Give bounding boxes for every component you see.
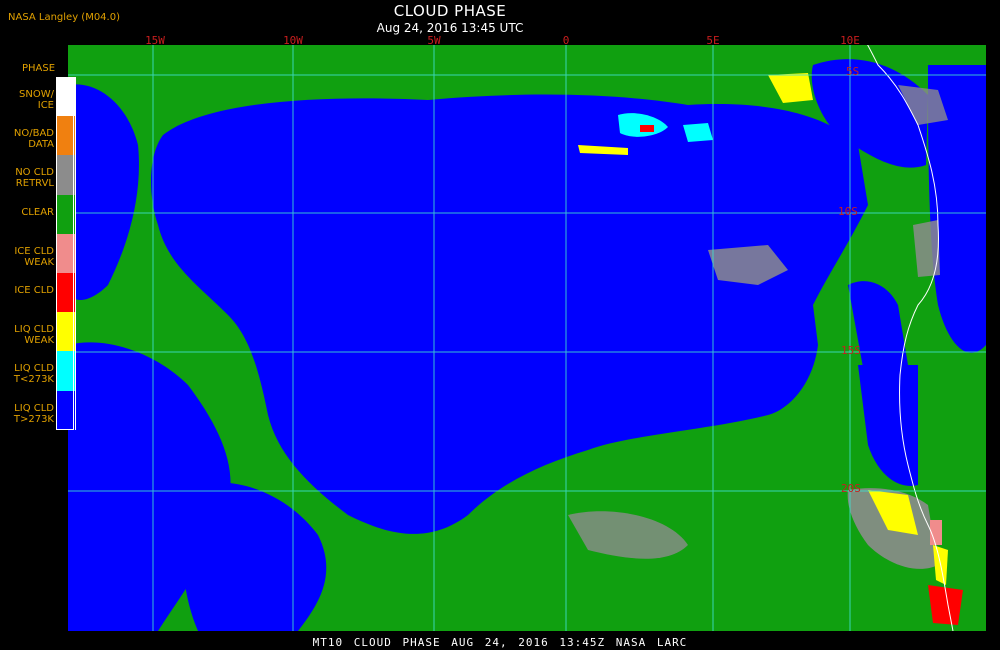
cold-liquid-cloud bbox=[683, 123, 713, 142]
lat-label: 20S bbox=[841, 482, 861, 495]
lat-label: 10S bbox=[838, 205, 858, 218]
ice-cloud bbox=[640, 125, 654, 132]
legend-title: PHASE bbox=[22, 63, 56, 74]
legend-label: ICE CLD WEAK bbox=[14, 245, 54, 268]
lat-label: 15S bbox=[841, 344, 861, 357]
timestamp: Aug 24, 2016 13:45 UTC bbox=[376, 21, 524, 35]
legend-label: LIQ CLD T>273K bbox=[13, 402, 54, 425]
legend-frame bbox=[56, 77, 74, 430]
legend-label: ICE CLD bbox=[14, 285, 54, 296]
lat-label: 5S bbox=[846, 65, 860, 78]
footer-caption: MT10 CLOUD PHASE AUG 24, 2016 13:45Z NAS… bbox=[312, 636, 688, 649]
legend-label: SNOW/ ICE bbox=[19, 89, 54, 111]
legend-label: LIQ CLD T<273K bbox=[13, 363, 54, 386]
page-title: CLOUD PHASE bbox=[393, 2, 507, 20]
legend-label: LIQ CLD WEAK bbox=[14, 324, 54, 347]
legend-label: CLEAR bbox=[21, 206, 54, 218]
legend-label: NO/BAD DATA bbox=[13, 128, 54, 151]
cloud-phase-map bbox=[68, 45, 986, 631]
legend-label: NO CLD RETRVL bbox=[15, 167, 54, 190]
